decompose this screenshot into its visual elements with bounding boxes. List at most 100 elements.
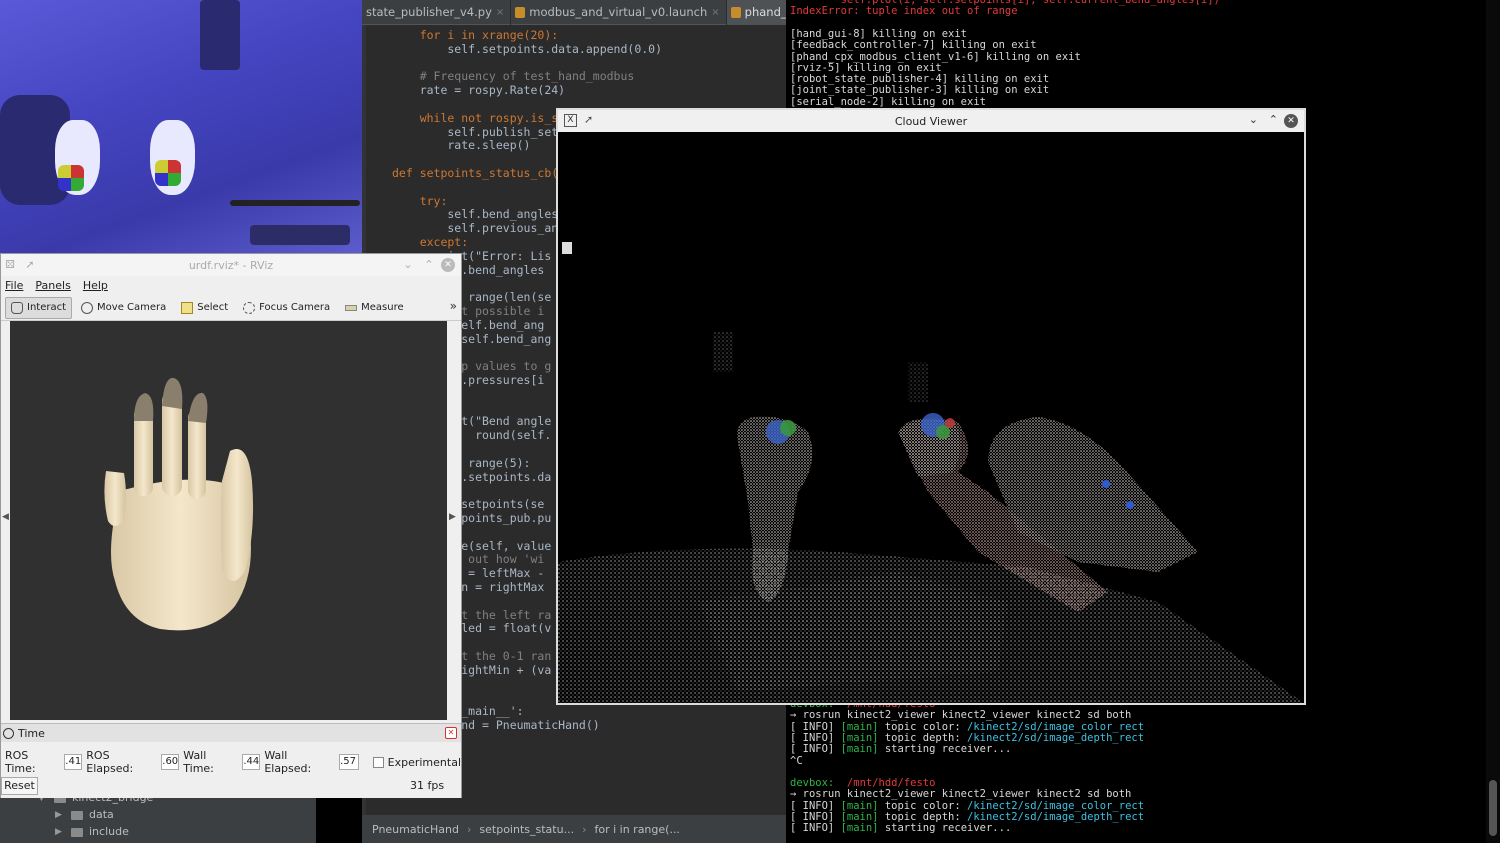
terminal-prompt: devbox: /mnt/hdd/festo	[790, 777, 935, 789]
code-line: self.bend_angles	[392, 207, 559, 222]
code-line: # Frequency of test_hand_modbus	[392, 69, 635, 84]
breadcrumb-item[interactable]: setpoints_statu...	[479, 823, 574, 836]
rviz-titlebar[interactable]: ⚄ ➚ urdf.rviz* - RViz ⌄ ⌃ ✕	[1, 254, 461, 276]
camera-cube-left	[58, 165, 84, 191]
info-value: /kinect2/sd/image_depth_rect	[967, 810, 1145, 823]
code-line: try:	[392, 193, 448, 208]
close-icon[interactable]: ×	[711, 0, 719, 25]
ros-elapsed-field[interactable]: .60	[161, 754, 180, 770]
experimental-checkbox[interactable]	[372, 756, 384, 768]
close-icon[interactable]: ✕	[441, 258, 455, 272]
toolbar-overflow-icon[interactable]: »	[450, 299, 457, 313]
time-panel-title: Time	[18, 726, 45, 740]
terminal-command: → rosrun kinect2_viewer kinect2_viewer k…	[790, 788, 1132, 801]
robot-hand-model	[104, 377, 254, 631]
time-panel-header: Time ✕	[1, 724, 461, 742]
terminal-line: [serial_node-2] killing on exit	[790, 95, 986, 108]
cloud-viewer-window: X ➚ Cloud Viewer ⌄ ⌃ ✕	[556, 108, 1306, 705]
terminal-scrollbar[interactable]	[1486, 0, 1500, 843]
select-box-icon	[181, 301, 194, 314]
editor-tab[interactable]: state_publisher_v4.py ×	[362, 0, 512, 25]
close-panel-icon[interactable]: ✕	[445, 727, 457, 739]
cloud-viewer-title: Cloud Viewer	[894, 114, 968, 128]
minimize-icon[interactable]: ⌄	[401, 258, 415, 272]
tool-select-button[interactable]: Select	[175, 297, 234, 319]
breadcrumb-item[interactable]: for i in range(...	[594, 823, 679, 836]
info-tag: [main]	[840, 731, 879, 744]
close-icon[interactable]: ×	[496, 0, 504, 25]
terminal-info-line: [ INFO] [main] topic color: /kinect2/sd/…	[790, 800, 1144, 812]
menu-file[interactable]: File	[5, 279, 23, 292]
info-tag: [main]	[840, 720, 879, 733]
code-line: self.publish_set	[392, 124, 559, 139]
close-icon[interactable]: ✕	[1284, 114, 1298, 128]
wall-elapsed-label: Wall Elapsed:	[264, 749, 312, 775]
cloud-blue-marker	[1102, 480, 1110, 488]
info-value: /kinect2/sd/image_color_rect	[967, 720, 1145, 733]
chevron-right-icon[interactable]: ▶	[55, 824, 65, 840]
cloud-viewer-titlebar[interactable]: X ➚ Cloud Viewer ⌄ ⌃ ✕	[558, 110, 1304, 132]
point-cloud-view[interactable]	[558, 132, 1304, 703]
breadcrumb-item[interactable]: PneumaticHand	[372, 823, 459, 836]
terminal-line: [hand_gui-8] killing on exit	[790, 27, 968, 40]
fps-readout: 31 fps	[410, 779, 445, 792]
clock-icon	[3, 727, 14, 739]
info-text: starting receiver...	[878, 822, 1012, 835]
tool-focus-camera-button[interactable]: Focus Camera	[237, 297, 336, 319]
info-value: /kinect2/sd/image_depth_rect	[967, 731, 1145, 744]
fingertip-ring	[188, 392, 208, 423]
terminal-line: [feedback_controller-7] killing on exit	[790, 39, 1037, 52]
tool-label: Measure	[361, 302, 404, 313]
wall-time-field[interactable]: .44	[242, 754, 261, 770]
terminal-scrollbar-thumb[interactable]	[1489, 780, 1497, 836]
collapse-right-icon[interactable]: ▶	[449, 512, 456, 522]
tool-move-camera-button[interactable]: Move Camera	[75, 297, 172, 319]
wall-elapsed-field[interactable]: .57	[339, 754, 359, 770]
camera-cube-right	[155, 160, 181, 186]
rviz-window-title: urdf.rviz* - RViz	[188, 258, 274, 272]
terminal-info-line: [ INFO] [main] topic depth: /kinect2/sd/…	[790, 732, 1144, 744]
code-line: rate = rospy.Rate(24)	[392, 83, 566, 98]
ros-time-label: ROS Time:	[5, 749, 36, 775]
info-value: /kinect2/sd/image_color_rect	[967, 799, 1145, 812]
minimize-icon[interactable]: ⌄	[1249, 113, 1258, 126]
camera-device	[250, 225, 350, 245]
terminal-command: → rosrun kinect2_viewer kinect2_viewer k…	[790, 709, 1132, 722]
chevron-right-icon[interactable]: ▶	[55, 807, 65, 823]
menu-panels[interactable]: Panels	[35, 279, 70, 292]
reset-button[interactable]: Reset	[1, 777, 38, 795]
tree-item[interactable]: ▶ include	[55, 824, 129, 840]
menu-help[interactable]: Help	[83, 279, 108, 292]
collapse-left-icon[interactable]: ◀	[2, 512, 9, 522]
camera-cable	[230, 200, 360, 206]
tool-measure-button[interactable]: Measure	[339, 297, 410, 319]
code-line: rate.sleep()	[392, 138, 531, 153]
rviz-app-icon: ⚄	[5, 258, 15, 271]
camera-feed	[0, 0, 362, 253]
maximize-icon[interactable]: ⌃	[422, 258, 436, 272]
time-fields: ROS Time: .41 ROS Elapsed: .60 Wall Time…	[5, 749, 461, 775]
info-text: starting receiver...	[878, 743, 1012, 756]
info-prefix: [ INFO]	[790, 799, 841, 812]
editor-tab[interactable]: modbus_and_virtual_v0.launch ×	[511, 0, 727, 25]
code-line: def setpoints_status_cb(	[392, 166, 559, 180]
ruler-icon	[345, 304, 358, 311]
tree-item-label: include	[89, 825, 129, 838]
maximize-icon[interactable]: ⌃	[1269, 113, 1278, 126]
ros-elapsed-label: ROS Elapsed:	[86, 749, 134, 775]
experimental-label: Experimental	[387, 755, 461, 769]
move-camera-icon	[81, 301, 94, 314]
info-prefix: [ INFO]	[790, 731, 841, 744]
pin-icon[interactable]: ➚	[584, 113, 593, 126]
code-line: except:	[392, 235, 469, 249]
ros-time-field[interactable]: .41	[64, 754, 83, 770]
wall-time-label: Wall Time:	[183, 749, 214, 775]
tree-item[interactable]: ▶ data	[55, 807, 114, 823]
pin-icon[interactable]: ➚	[23, 258, 37, 272]
tool-interact-button[interactable]: Interact	[5, 296, 73, 319]
terminal-line: [robot_state_publisher-4] killing on exi…	[790, 73, 1050, 86]
breadcrumb-separator: ›	[582, 822, 587, 836]
rviz-3d-viewport[interactable]	[10, 321, 447, 720]
tool-label: Interact	[27, 302, 67, 313]
info-text: topic color:	[878, 799, 968, 812]
